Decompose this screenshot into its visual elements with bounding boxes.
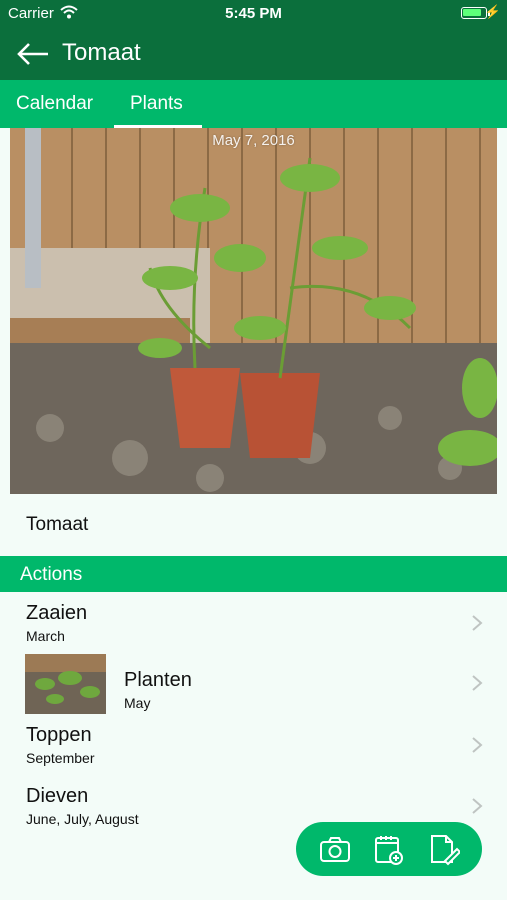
action-subtitle: September <box>26 750 95 766</box>
action-thumbnail <box>25 654 106 714</box>
action-title: Toppen <box>26 724 92 746</box>
clock: 5:45 PM <box>225 5 282 22</box>
chevron-right-icon <box>472 798 483 814</box>
action-title: Planten <box>124 669 192 691</box>
floating-action-bar <box>296 822 482 876</box>
action-item-toppen[interactable]: Toppen September <box>0 716 507 776</box>
action-item-zaaien[interactable]: Zaaien March <box>0 594 507 654</box>
action-item-planten[interactable]: Planten May <box>0 654 507 714</box>
actions-section-label: Actions <box>20 564 83 585</box>
tab-plants[interactable]: Plants <box>130 93 183 115</box>
tab-bar: Calendar Plants <box>0 80 507 128</box>
tab-calendar[interactable]: Calendar <box>16 93 93 115</box>
calendar-add-icon[interactable] <box>372 833 406 867</box>
page-title: Tomaat <box>62 39 141 66</box>
action-subtitle: June, July, August <box>26 811 139 827</box>
camera-icon[interactable] <box>318 833 352 867</box>
action-subtitle: May <box>124 695 151 711</box>
back-arrow-icon[interactable] <box>16 40 50 68</box>
chevron-right-icon <box>472 675 483 691</box>
status-bar: Carrier 5:45 PM ⚡ <box>0 0 507 28</box>
chevron-right-icon <box>472 615 483 631</box>
actions-section-header: Actions <box>0 556 507 592</box>
photo-date: May 7, 2016 <box>212 132 295 149</box>
battery-icon <box>461 7 487 19</box>
app-bar: Tomaat <box>0 28 507 80</box>
action-title: Zaaien <box>26 602 88 624</box>
charging-icon: ⚡ <box>484 4 501 19</box>
chevron-right-icon <box>472 737 483 753</box>
plant-name-row: Tomaat <box>0 494 507 556</box>
action-subtitle: March <box>26 628 65 644</box>
plant-photo[interactable] <box>10 128 497 494</box>
action-title: Dieven <box>26 785 89 807</box>
edit-note-icon[interactable] <box>426 833 460 867</box>
plant-name: Tomaat <box>26 514 89 535</box>
